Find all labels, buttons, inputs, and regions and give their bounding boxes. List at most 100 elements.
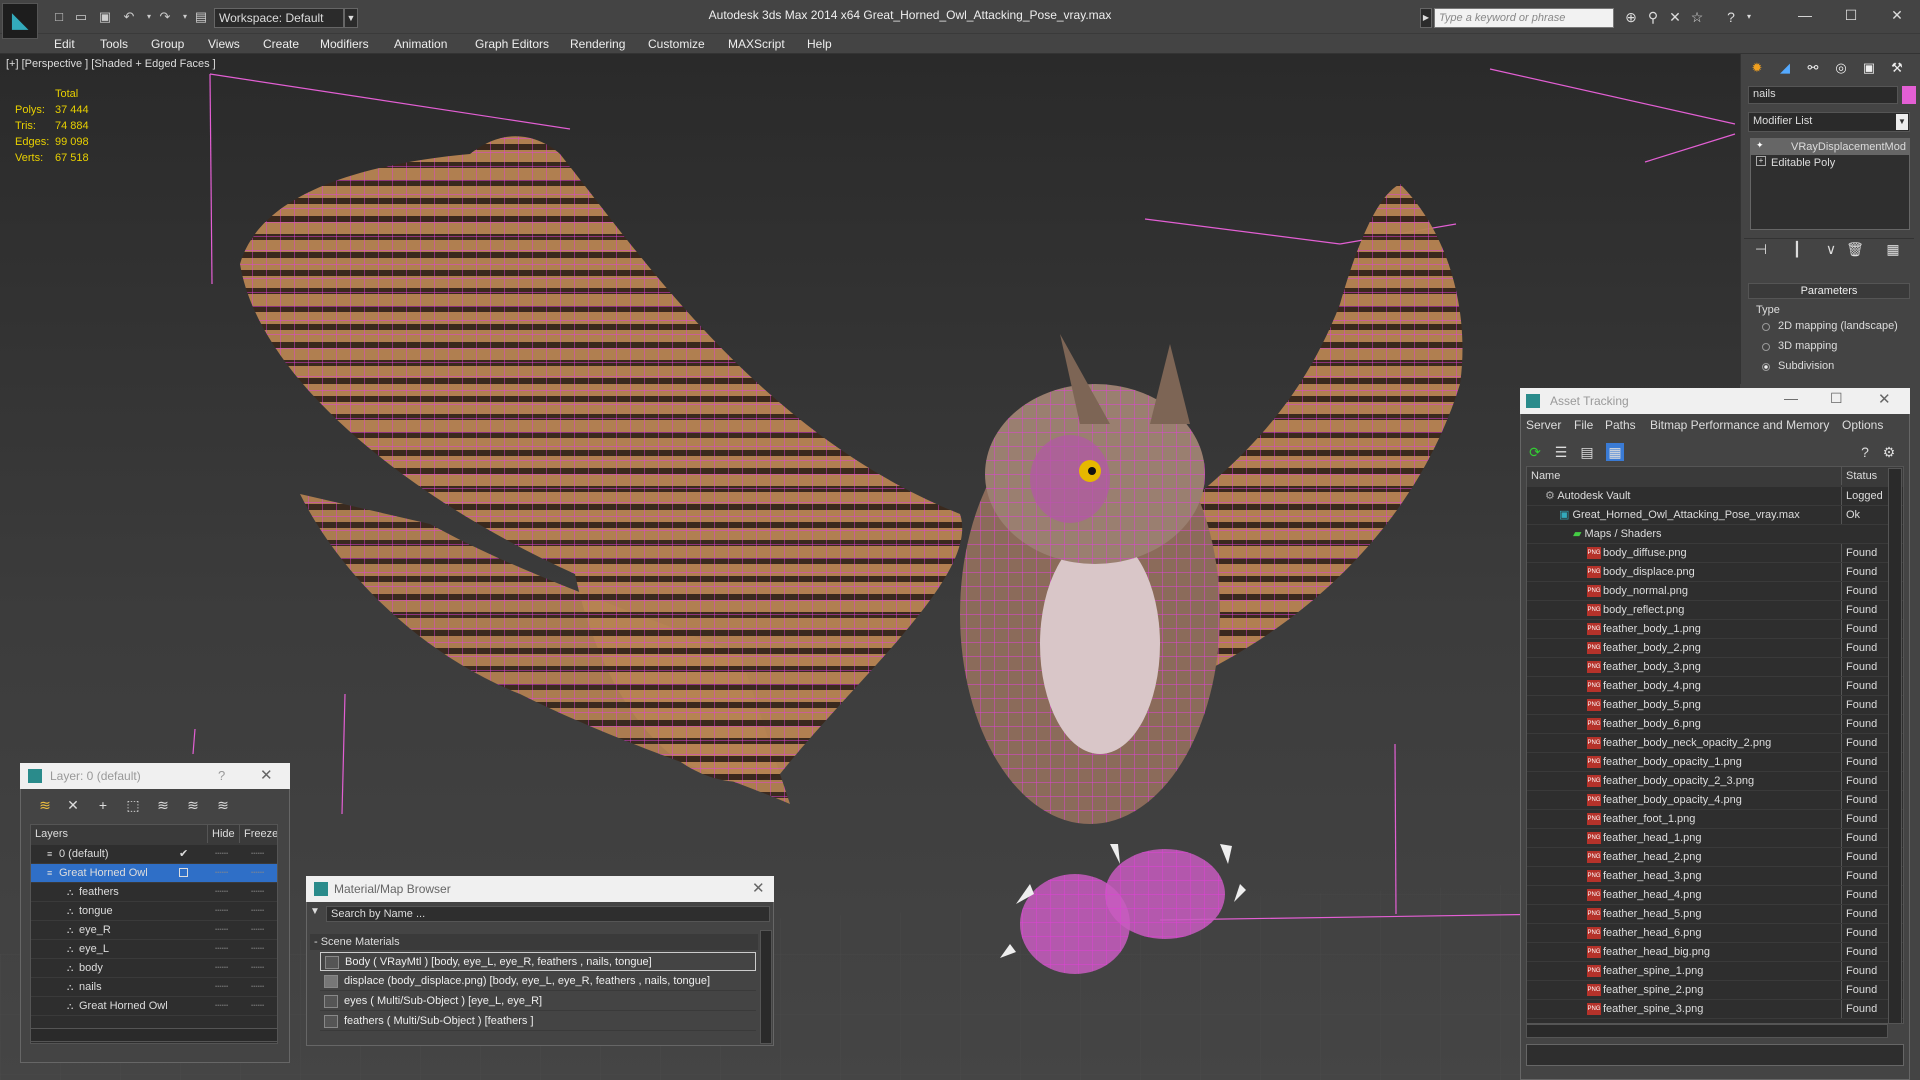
menu-group[interactable]: Group bbox=[151, 34, 184, 54]
settings-icon[interactable]: ⚙ bbox=[1880, 443, 1898, 461]
help-button[interactable]: ? bbox=[218, 768, 225, 783]
material-search-input[interactable]: Search by Name ... bbox=[326, 906, 770, 922]
utilities-tab-icon[interactable]: ⚒ bbox=[1884, 56, 1910, 80]
asset-row[interactable]: PNG feather_body_4.png Found bbox=[1527, 677, 1903, 696]
active-layer-check-icon[interactable]: ✔ bbox=[179, 845, 188, 863]
freeze-toggle[interactable]: ┄┄ bbox=[251, 845, 264, 863]
column-header-name[interactable]: Name bbox=[1531, 467, 1560, 485]
asset-menu-bitmap-performance[interactable]: Bitmap Performance and Memory bbox=[1650, 418, 1829, 432]
motion-tab-icon[interactable]: ◎ bbox=[1828, 56, 1854, 80]
show-end-result-icon[interactable]: ┃ bbox=[1788, 240, 1806, 258]
remove-modifier-icon[interactable]: 🗑 bbox=[1846, 240, 1864, 258]
modifier-stack-item[interactable]: Editable Poly bbox=[1751, 155, 1909, 171]
modify-tab-icon[interactable]: ◢ bbox=[1772, 56, 1798, 80]
redo-icon[interactable]: ↷ bbox=[156, 8, 174, 26]
viewport-label[interactable]: [+] [Perspective ] [Shaded + Edged Faces… bbox=[6, 58, 216, 70]
scene-materials-group[interactable]: - Scene Materials bbox=[310, 934, 758, 950]
save-icon[interactable]: ▣ bbox=[96, 8, 114, 26]
asset-row[interactable]: PNG feather_spine_1.png Found bbox=[1527, 962, 1903, 981]
asset-row[interactable]: PNG feather_head_1.png Found bbox=[1527, 829, 1903, 848]
menu-views[interactable]: Views bbox=[208, 34, 240, 54]
asset-row[interactable]: PNG feather_spine_2.png Found bbox=[1527, 981, 1903, 1000]
horizontal-scrollbar[interactable] bbox=[1526, 1024, 1888, 1038]
menu-create[interactable]: Create bbox=[263, 34, 299, 54]
select-objects-icon[interactable]: ⬚ bbox=[124, 796, 142, 814]
freeze-toggle[interactable]: ┄┄ bbox=[251, 997, 264, 1015]
project-folder-icon[interactable]: ▤ bbox=[192, 8, 210, 26]
asset-row[interactable]: PNG feather_head_big.png Found bbox=[1527, 943, 1903, 962]
asset-row[interactable]: ▣ Great_Horned_Owl_Attacking_Pose_vray.m… bbox=[1527, 506, 1903, 525]
menu-edit[interactable]: Edit bbox=[54, 34, 75, 54]
hide-toggle[interactable]: ┄┄ bbox=[215, 921, 228, 939]
freeze-all-icon[interactable]: ≋ bbox=[214, 796, 232, 814]
hide-toggle[interactable]: ┄┄ bbox=[215, 902, 228, 920]
minimize-icon[interactable]: — bbox=[1784, 390, 1798, 406]
layer-row[interactable]: ≡ Great Horned Owl ┄┄ ┄┄ bbox=[31, 864, 277, 883]
delete-layer-icon[interactable]: ✕ bbox=[64, 796, 82, 814]
hide-toggle[interactable]: ┄┄ bbox=[215, 997, 228, 1015]
asset-row[interactable]: PNG body_diffuse.png Found bbox=[1527, 544, 1903, 563]
asset-row[interactable]: PNG feather_body_opacity_1.png Found bbox=[1527, 753, 1903, 772]
expand-plus-icon[interactable]: + bbox=[1756, 156, 1766, 166]
material-row[interactable]: Body ( VRayMtl ) [body, eye_L, eye_R, fe… bbox=[320, 952, 756, 971]
hide-toggle[interactable]: ┄┄ bbox=[215, 864, 228, 882]
list-view-icon[interactable]: ☰ bbox=[1552, 443, 1570, 461]
asset-row[interactable]: PNG feather_body_1.png Found bbox=[1527, 620, 1903, 639]
asset-menu-paths[interactable]: Paths bbox=[1605, 418, 1636, 432]
asset-row[interactable]: PNG feather_head_6.png Found bbox=[1527, 924, 1903, 943]
asset-row[interactable]: PNG feather_body_6.png Found bbox=[1527, 715, 1903, 734]
column-header-layers[interactable]: Layers bbox=[35, 825, 68, 843]
asset-row[interactable]: ▰ Maps / Shaders bbox=[1527, 525, 1903, 544]
binoculars-icon[interactable]: ⊕ bbox=[1622, 8, 1640, 26]
freeze-toggle[interactable]: ┄┄ bbox=[251, 902, 264, 920]
highlight-layer-icon[interactable]: ≋ bbox=[154, 796, 172, 814]
asset-row[interactable]: PNG feather_body_opacity_2_3.png Found bbox=[1527, 772, 1903, 791]
modifier-list-dropdown[interactable]: Modifier List bbox=[1748, 112, 1910, 132]
close-icon[interactable]: ✕ bbox=[1878, 390, 1891, 408]
asset-menu-server[interactable]: Server bbox=[1526, 418, 1561, 432]
make-unique-icon[interactable]: ∨ bbox=[1822, 240, 1840, 258]
path-field[interactable] bbox=[1526, 1044, 1904, 1066]
workspace-dropdown[interactable]: Workspace: Default bbox=[214, 8, 344, 28]
layer-row[interactable]: ⛬ nails ┄┄ ┄┄ bbox=[31, 978, 277, 997]
hide-toggle[interactable]: ┄┄ bbox=[215, 883, 228, 901]
asset-row[interactable]: PNG feather_foot_1.png Found bbox=[1527, 810, 1903, 829]
set-current-checkbox[interactable] bbox=[179, 868, 188, 877]
asset-row[interactable]: PNG feather_spine_3.png Found bbox=[1527, 1000, 1903, 1019]
freeze-toggle[interactable]: ┄┄ bbox=[251, 959, 264, 977]
layer-row[interactable]: ⛬ body ┄┄ ┄┄ bbox=[31, 959, 277, 978]
layer-row[interactable]: ≡ 0 (default) ✔ ┄┄ ┄┄ bbox=[31, 845, 277, 864]
asset-row[interactable]: PNG feather_body_neck_opacity_2.png Found bbox=[1527, 734, 1903, 753]
lightbulb-icon[interactable]: ✦ bbox=[1756, 140, 1766, 152]
layer-row[interactable]: ⛬ tongue ┄┄ ┄┄ bbox=[31, 902, 277, 921]
help-question-icon[interactable]: ? bbox=[1856, 443, 1874, 461]
material-row[interactable]: eyes ( Multi/Sub-Object ) [eye_L, eye_R] bbox=[320, 992, 756, 1011]
object-color-swatch[interactable] bbox=[1902, 86, 1916, 104]
expand-arrow-icon[interactable]: ▶ bbox=[1420, 8, 1432, 28]
asset-row[interactable]: PNG feather_body_2.png Found bbox=[1527, 639, 1903, 658]
close-icon[interactable]: ✕ bbox=[1882, 4, 1912, 26]
horizontal-scrollbar[interactable] bbox=[30, 1028, 278, 1042]
material-row[interactable]: displace (body_displace.png) [body, eye_… bbox=[320, 972, 756, 991]
asset-row[interactable]: PNG feather_body_opacity_4.png Found bbox=[1527, 791, 1903, 810]
menu-maxscript[interactable]: MAXScript bbox=[728, 34, 785, 54]
exchange-icon[interactable]: ✕ bbox=[1666, 8, 1684, 26]
open-file-icon[interactable]: ▭ bbox=[72, 8, 90, 26]
configure-sets-icon[interactable]: ▦ bbox=[1884, 240, 1902, 258]
column-header-freeze[interactable]: Freeze bbox=[239, 825, 277, 843]
freeze-toggle[interactable]: ┄┄ bbox=[251, 940, 264, 958]
asset-row[interactable]: PNG feather_body_3.png Found bbox=[1527, 658, 1903, 677]
parameters-rollout[interactable]: Parameters bbox=[1748, 283, 1910, 299]
freeze-toggle[interactable]: ┄┄ bbox=[251, 978, 264, 996]
object-name-field[interactable]: nails bbox=[1748, 86, 1898, 104]
freeze-toggle[interactable]: ┄┄ bbox=[251, 883, 264, 901]
menu-customize[interactable]: Customize bbox=[648, 34, 705, 54]
menu-help[interactable]: Help bbox=[807, 34, 832, 54]
column-header-hide[interactable]: Hide bbox=[207, 825, 239, 843]
search-input[interactable]: Type a keyword or phrase bbox=[1434, 8, 1614, 28]
chevron-down-icon[interactable]: ▼ bbox=[1896, 114, 1908, 130]
display-tab-icon[interactable]: ▣ bbox=[1856, 56, 1882, 80]
thumbnail-view-icon[interactable]: ▤ bbox=[1578, 443, 1596, 461]
table-view-icon[interactable]: ▦ bbox=[1606, 443, 1624, 461]
hide-toggle[interactable]: ┄┄ bbox=[215, 959, 228, 977]
